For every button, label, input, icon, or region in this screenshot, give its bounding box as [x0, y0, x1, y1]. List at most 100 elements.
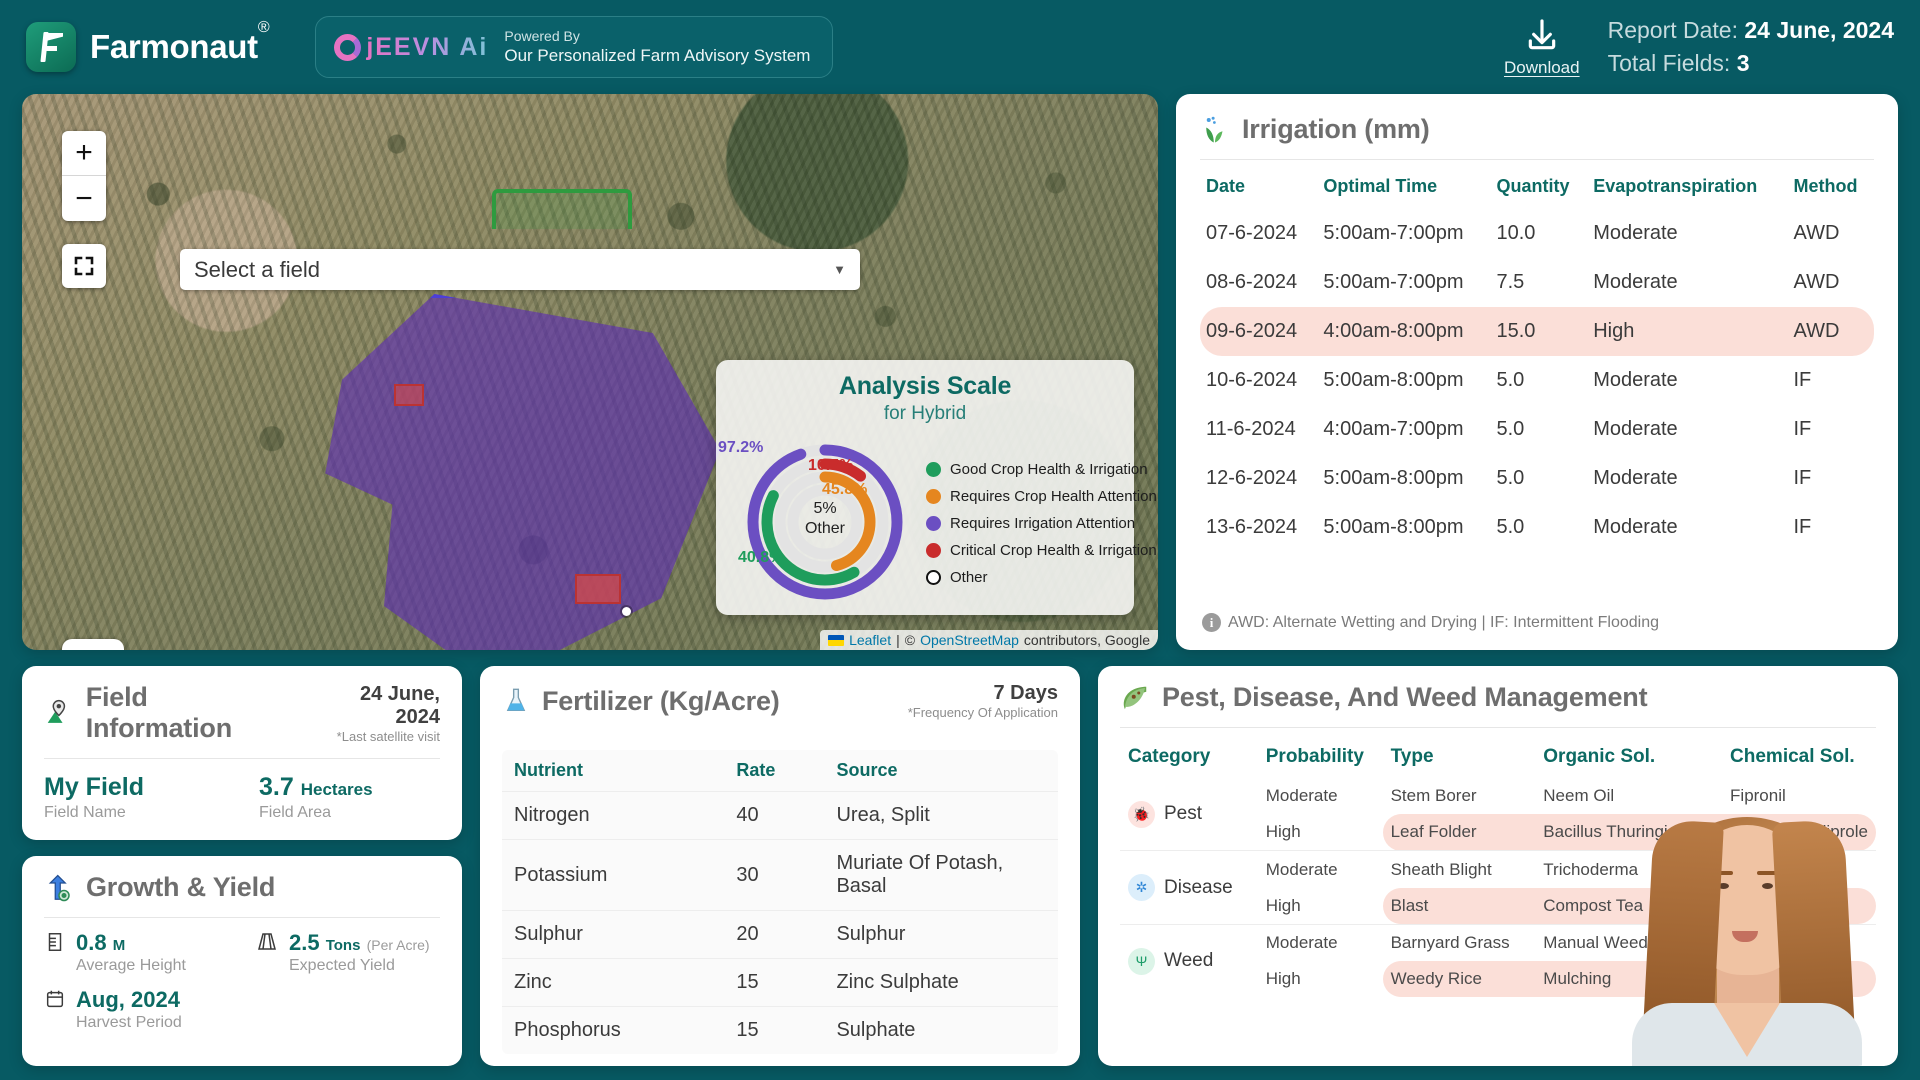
legend-item: Requires Irrigation Attention [926, 515, 1157, 532]
leaflet-link[interactable]: Leaflet [849, 632, 891, 648]
download-icon [1528, 19, 1556, 50]
frequency-note: *Frequency Of Application [907, 705, 1058, 720]
cell-probability: Moderate [1265, 859, 1338, 879]
solution-block: Solution: Apply lime if acidic, sulphur … [716, 1064, 1028, 1066]
map-center-marker [622, 607, 631, 616]
expected-yield-block: 2.5 Tons (Per Acre) Expected Yield [255, 930, 440, 975]
cell-chemical: Fipronil [1730, 786, 1786, 805]
field-information-date-note: *Last satellite visit [336, 728, 440, 744]
fertilizer-panel: Fertilizer (Kg/Acre) 7 Days *Frequency O… [480, 666, 1080, 1066]
cell-rate: 20 [724, 910, 825, 959]
zoom-out-button[interactable]: − [62, 176, 106, 221]
category-label: Disease [1164, 876, 1233, 898]
map-zoom-controls[interactable]: + − [62, 131, 106, 221]
cell-type: Barnyard Grass [1390, 933, 1510, 952]
cell-chemical: Hexaconazole [1730, 859, 1838, 879]
cell-nutrient: Nitrogen [502, 791, 725, 840]
download-button[interactable]: Download [1504, 16, 1580, 78]
solution-value: Apply lime if acidic, sulphur if alkalin… [775, 1064, 1029, 1066]
yield-trapezoid-icon [258, 933, 276, 950]
frequency-value: 7 Days [993, 682, 1059, 704]
avatar-shirt [1632, 1003, 1862, 1066]
radial-label-crop-attention: 45.8% [822, 481, 868, 498]
cell-source: Urea, Split [824, 791, 1058, 840]
cell-evapotranspiration: Moderate [1593, 516, 1678, 538]
cell-quantity: 5.0 [1496, 516, 1525, 538]
analysis-subtitle: for Hybrid [883, 403, 967, 424]
cell-method: IF [1793, 467, 1812, 489]
field-area-label: Field Area [259, 804, 332, 821]
pest-management-table: Category Probability Type Organic Sol. C… [1120, 740, 1876, 997]
col-probability: Probability [1265, 746, 1364, 767]
cell-evapotranspiration: Moderate [1593, 467, 1678, 489]
cell-type: Sheath Blight [1390, 859, 1492, 879]
calendar-icon [46, 990, 64, 1008]
legend-label: Requires Crop Health Attention [950, 488, 1157, 505]
legend-item: Requires Crop Health Attention [926, 488, 1157, 505]
cell-method: AWD [1787, 307, 1874, 356]
category-label: Pest [1164, 803, 1203, 824]
table-row-highlighted: 09-6-2024 4:00am-8:00pm 15.0 High AWD [1200, 307, 1874, 356]
table-row: 10-6-2024 5:00am-8:00pm 5.0 Moderate IF [1200, 356, 1874, 405]
cell-evapotranspiration: High [1587, 307, 1788, 356]
field-select-value: Select a field [194, 256, 320, 282]
average-height-text: 0.8 M Average Height [76, 930, 186, 975]
cell-probability: Moderate [1265, 933, 1338, 952]
col-quantity: Quantity [1496, 176, 1570, 196]
cell-rate: 30 [724, 839, 825, 911]
cell-probability: High [1265, 895, 1301, 915]
growth-yield-panel: Growth & Yield 0.8 M Average Height 2.5 … [22, 856, 462, 1066]
cell-type: Leaf Folder [1382, 814, 1536, 851]
table-row: Ψ Weed Moderate Barnyard Grass Manual We… [1120, 925, 1876, 975]
brand: Farmonaut® [26, 19, 270, 72]
cell-quantity: 10.0 [1496, 222, 1536, 244]
field-information-date: 24 June, 2024 [359, 682, 440, 728]
divider [44, 917, 440, 918]
harvest-period-label: Harvest Period [76, 1014, 182, 1031]
expected-yield-label: Expected Yield [289, 957, 395, 974]
col-optimal-time: Optimal Time [1323, 176, 1438, 196]
irrigation-footnote: i AWD: Alternate Wetting and Drying | IF… [1200, 601, 1874, 640]
field-area-block: 3.7 Hectares Field Area [259, 773, 440, 822]
cell-time: 4:00am-7:00pm [1323, 418, 1464, 440]
jeevn-tagline: Powered By Our Personalized Farm Advisor… [504, 28, 810, 67]
fullscreen-button[interactable] [62, 244, 106, 288]
openstreetmap-link[interactable]: OpenStreetMap [920, 632, 1019, 648]
legend-color-swatch [926, 516, 941, 531]
col-organic-solution: Organic Sol. [1543, 746, 1656, 767]
radial-chart: 5% Other 97.2% 10.5% 45.8% 40.8% [718, 429, 920, 614]
harvest-period-block: Aug, 2024 Harvest Period [44, 987, 229, 1032]
jeevn-mark: jEEVN Ai [334, 33, 488, 62]
cell-evapotranspiration: Moderate [1593, 271, 1678, 293]
map-panel[interactable]: + − 50 m 300 ft [22, 94, 1158, 650]
cell-time: 5:00am-8:00pm [1323, 467, 1464, 489]
cell-time: 5:00am-8:00pm [1323, 516, 1464, 538]
cell-probability: Moderate [1265, 786, 1338, 805]
info-icon: i [1202, 613, 1221, 632]
field-select-dropdown[interactable]: Select a field ▼ [180, 249, 860, 290]
cell-source: Muriate Of Potash, Basal [824, 839, 1058, 911]
cell-date: 08-6-2024 [1206, 271, 1298, 293]
table-row: 08-6-2024 5:00am-7:00pm 7.5 Moderate AWD [1200, 258, 1874, 307]
measure-tool-button[interactable] [62, 639, 124, 650]
category-pest: 🐞 Pest [1128, 800, 1250, 828]
legend-item: Good Crop Health & Irrigation [926, 461, 1157, 478]
category-weed: Ψ Weed [1128, 947, 1250, 975]
cell-nutrient: Zinc [502, 958, 725, 1007]
cell-rate: 40 [724, 791, 825, 840]
analysis-body: 5% Other 97.2% 10.5% 45.8% 40.8% Good Cr… [718, 429, 1157, 614]
powered-by-label: Powered By [504, 27, 580, 44]
zoom-in-button[interactable]: + [62, 131, 106, 176]
legend-color-swatch [926, 543, 941, 558]
table-row: 07-6-2024 5:00am-7:00pm 10.0 Moderate AW… [1200, 209, 1874, 258]
yield-number: 2.5 [289, 930, 320, 955]
expected-yield-value: 2.5 Tons (Per Acre) [289, 930, 430, 956]
map-field-polygon-secondary[interactable] [492, 189, 632, 229]
download-label: Download [1503, 58, 1580, 77]
cell-probability: High [1265, 969, 1301, 988]
map-marker-structure-1 [394, 384, 424, 406]
cell-type: Weedy Rice [1382, 961, 1536, 997]
cell-chemical: Butachlor [1730, 933, 1802, 952]
field-information-meta: 24 June, 2024 *Last satellite visit [311, 683, 440, 744]
fertilizer-frequency: 7 Days *Frequency Of Application [908, 682, 1058, 720]
